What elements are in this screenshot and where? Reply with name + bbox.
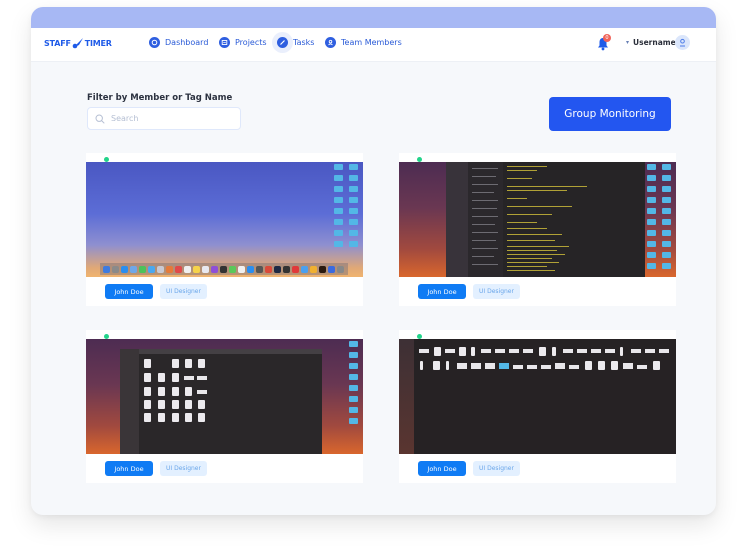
nav-label: Tasks bbox=[293, 38, 315, 47]
screenshot-thumbnail[interactable] bbox=[86, 339, 363, 454]
nav-item-tasks[interactable]: Tasks bbox=[277, 37, 314, 48]
nav-item-team-members[interactable]: Team Members bbox=[325, 37, 402, 48]
staff-timer-logo[interactable]: STAFF TIMER bbox=[44, 38, 112, 49]
tasks-icon bbox=[277, 37, 288, 48]
member-tag-button[interactable]: UI Designer bbox=[473, 284, 520, 299]
nav-item-dashboard[interactable]: Dashboard bbox=[149, 37, 208, 48]
dock-bar bbox=[100, 263, 348, 275]
member-tag-button[interactable]: UI Designer bbox=[473, 461, 520, 476]
filter-label: Filter by Member or Tag Name bbox=[87, 93, 233, 103]
desktop-folder-icons bbox=[647, 164, 672, 269]
user-menu[interactable]: ▾ Username bbox=[626, 38, 676, 47]
member-card: John Doe UI Designer bbox=[399, 330, 676, 483]
username-label: Username bbox=[633, 38, 676, 47]
top-navbar: STAFF TIMER Dashboard Projects Tasks Tea… bbox=[31, 28, 716, 62]
member-name-button[interactable]: John Doe bbox=[418, 461, 466, 476]
user-icon bbox=[680, 38, 685, 47]
member-card: John Doe UI Designer bbox=[399, 153, 676, 306]
app-window: STAFF TIMER Dashboard Projects Tasks Tea… bbox=[31, 7, 716, 515]
team-members-icon bbox=[325, 37, 336, 48]
logo-text-right: TIMER bbox=[84, 39, 112, 48]
dashboard-icon bbox=[149, 37, 160, 48]
logo-text-left: STAFF bbox=[44, 39, 71, 48]
desktop-folder-icons bbox=[334, 164, 359, 247]
screenshot-thumbnail[interactable] bbox=[399, 339, 676, 454]
search-field[interactable] bbox=[87, 107, 241, 130]
logo-timer-hand-icon bbox=[72, 38, 83, 49]
member-tag-button[interactable]: UI Designer bbox=[160, 284, 207, 299]
group-monitoring-button[interactable]: Group Monitoring bbox=[549, 97, 671, 131]
window-title-bar bbox=[31, 7, 716, 28]
nav-label: Projects bbox=[235, 38, 267, 47]
member-card: John Doe UI Designer bbox=[86, 330, 363, 483]
nav-label: Team Members bbox=[341, 38, 402, 47]
search-input[interactable] bbox=[111, 114, 231, 123]
avatar[interactable] bbox=[675, 35, 690, 50]
screenshot-thumbnail[interactable] bbox=[86, 162, 363, 277]
notification-badge: 0 bbox=[603, 34, 611, 42]
desktop-folder-icons bbox=[349, 341, 359, 424]
member-card: John Doe UI Designer bbox=[86, 153, 363, 306]
chevron-down-icon: ▾ bbox=[626, 39, 630, 46]
search-icon bbox=[95, 113, 105, 124]
nav-label: Dashboard bbox=[165, 38, 209, 47]
nav-item-projects[interactable]: Projects bbox=[219, 37, 267, 48]
member-name-button[interactable]: John Doe bbox=[105, 461, 153, 476]
member-tag-button[interactable]: UI Designer bbox=[160, 461, 207, 476]
member-name-button[interactable]: John Doe bbox=[418, 284, 466, 299]
screenshot-thumbnail[interactable] bbox=[399, 162, 676, 277]
member-name-button[interactable]: John Doe bbox=[105, 284, 153, 299]
projects-icon bbox=[219, 37, 230, 48]
